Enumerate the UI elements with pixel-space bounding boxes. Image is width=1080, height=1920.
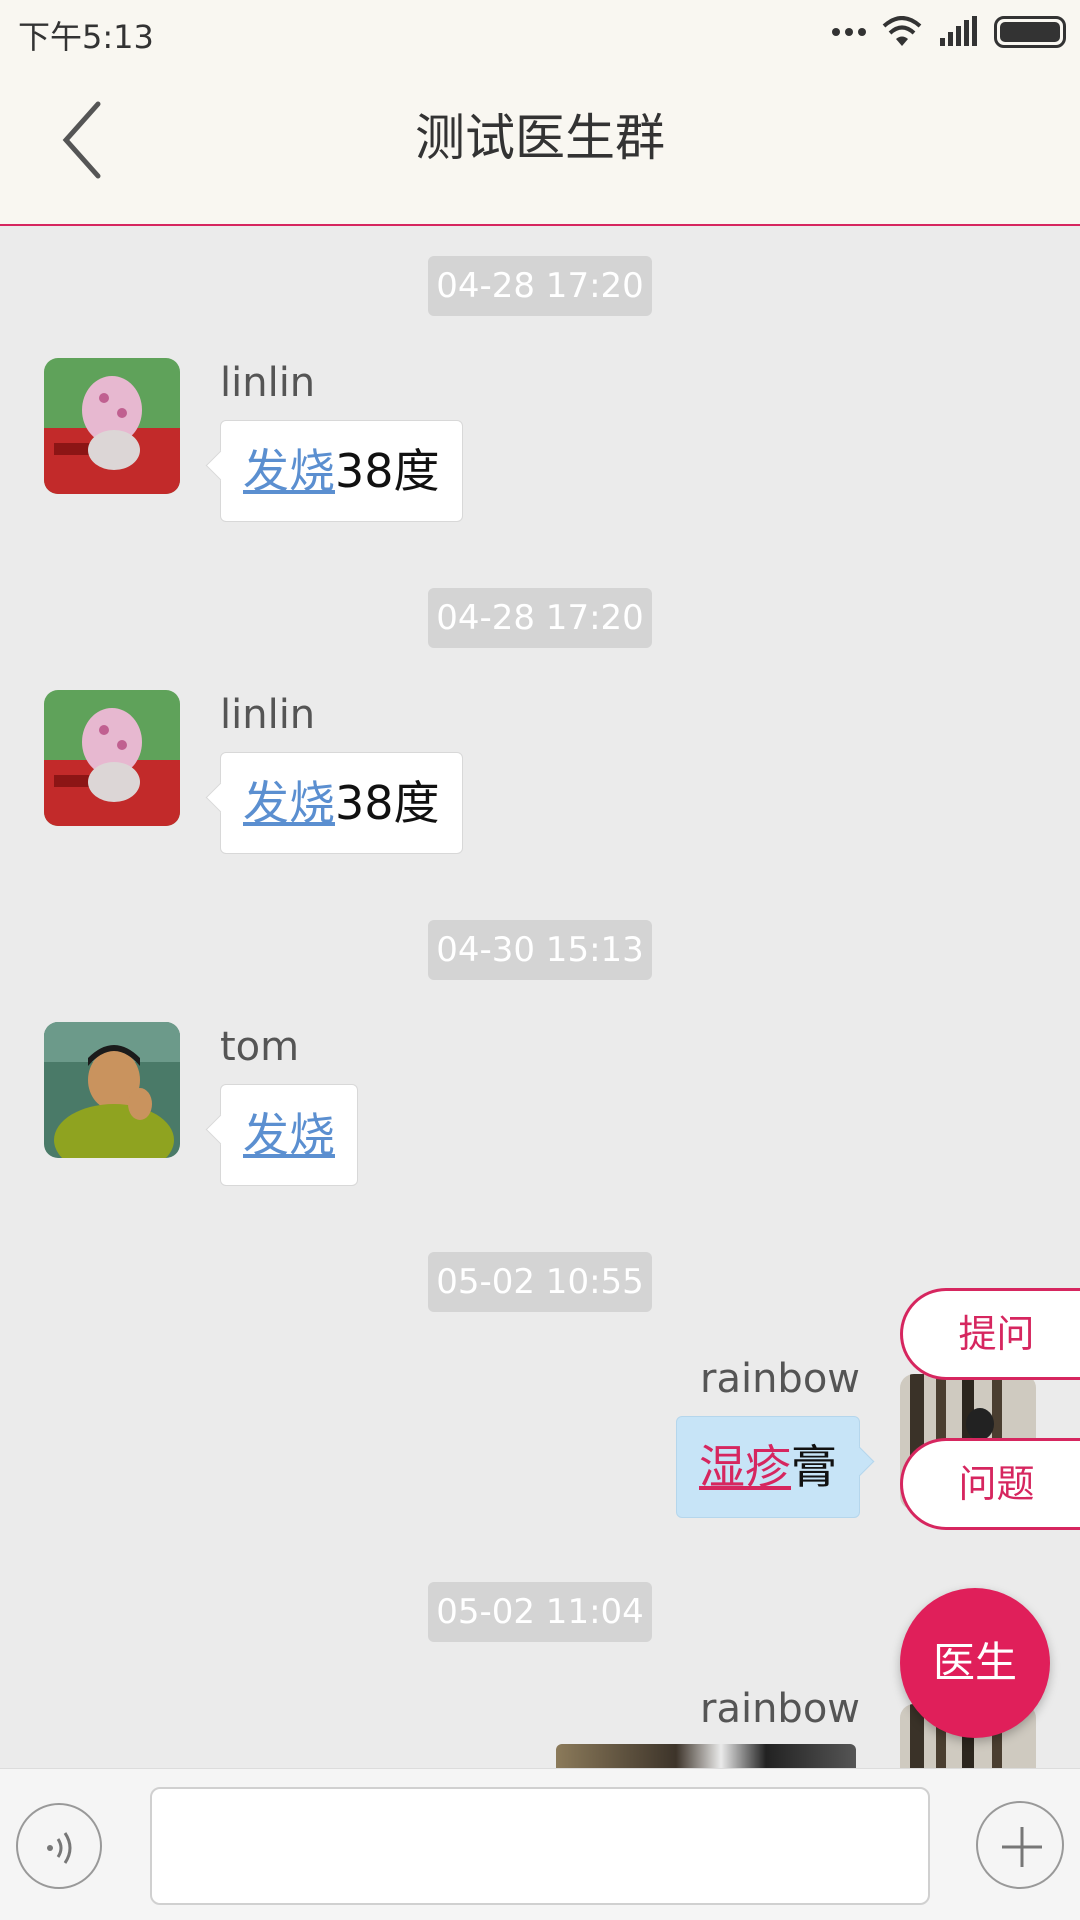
avatar[interactable] <box>44 1022 180 1158</box>
message-bubble[interactable]: 发烧38度 <box>220 752 463 854</box>
plus-icon <box>1002 1827 1042 1867</box>
add-button[interactable] <box>976 1801 1064 1889</box>
question-button[interactable]: 问题 <box>900 1438 1080 1530</box>
battery-icon <box>994 16 1066 48</box>
signal-icon <box>940 16 977 46</box>
sender-name: rainbow <box>700 1356 860 1402</box>
message-text: 38度 <box>335 444 440 498</box>
page-title: 测试医生群 <box>415 109 665 167</box>
sender-name: rainbow <box>700 1686 860 1732</box>
message-timestamp: 05-02 10:55 <box>428 1252 652 1312</box>
avatar[interactable] <box>44 690 180 826</box>
keyword-link[interactable]: 湿疹 <box>699 1440 791 1494</box>
wifi-icon <box>882 16 922 46</box>
voice-icon <box>47 1832 72 1864</box>
message-bubble[interactable]: 发烧 <box>220 1084 358 1186</box>
message-timestamp: 04-28 17:20 <box>428 256 652 316</box>
voice-button[interactable] <box>16 1803 102 1889</box>
ask-button[interactable]: 提问 <box>900 1288 1080 1380</box>
chat-message-list[interactable]: 04-28 17:20 linlin 发烧38度 04-28 17:20 lin… <box>0 228 1080 1768</box>
message-text: 膏 <box>791 1440 837 1494</box>
keyword-link[interactable]: 发烧 <box>243 776 335 830</box>
status-time: 下午5:13 <box>18 18 154 56</box>
sender-name: linlin <box>220 692 316 738</box>
keyword-link[interactable]: 发烧 <box>243 1108 335 1162</box>
message-timestamp: 04-28 17:20 <box>428 588 652 648</box>
keyword-link[interactable]: 发烧 <box>243 444 335 498</box>
sender-name: tom <box>220 1024 300 1070</box>
avatar[interactable] <box>44 358 180 494</box>
message-text: 38度 <box>335 776 440 830</box>
status-bar: 下午5:13 <box>0 0 1080 62</box>
more-dots-icon <box>832 28 866 36</box>
doctor-button[interactable]: 医生 <box>900 1588 1050 1738</box>
sender-name: linlin <box>220 360 316 406</box>
input-bar <box>0 1768 1080 1920</box>
message-timestamp: 04-30 15:13 <box>428 920 652 980</box>
message-input[interactable] <box>150 1787 930 1905</box>
status-icons <box>832 14 1066 50</box>
message-bubble[interactable]: 湿疹膏 <box>676 1416 860 1518</box>
message-timestamp: 05-02 11:04 <box>428 1582 652 1642</box>
message-bubble[interactable]: 发烧38度 <box>220 420 463 522</box>
app-header: 测试医生群 <box>0 62 1080 226</box>
